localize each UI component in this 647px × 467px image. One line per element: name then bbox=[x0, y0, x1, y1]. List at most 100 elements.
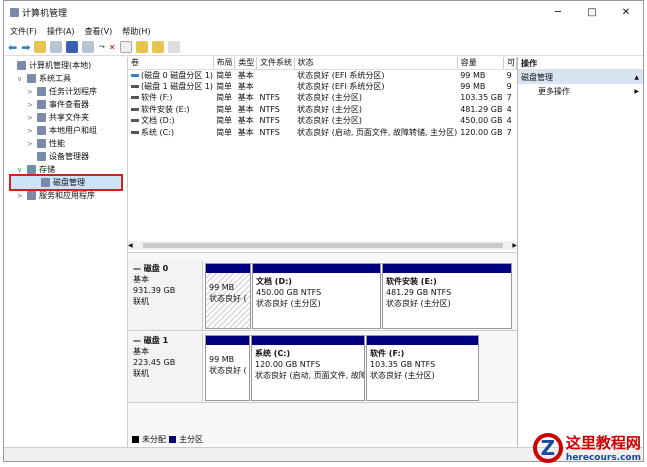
table-cell: 简单 bbox=[216, 104, 233, 114]
actions-header: 操作 bbox=[518, 57, 643, 70]
expand-arrow-icon[interactable]: > bbox=[27, 127, 37, 135]
close-button[interactable]: ✕ bbox=[609, 7, 643, 18]
tree-item[interactable]: 计算机管理(本地) bbox=[7, 59, 124, 72]
action-more[interactable]: 更多操作 ▶ bbox=[518, 84, 643, 98]
show-hide-tree-icon[interactable] bbox=[50, 41, 63, 53]
watermark-logo: Z bbox=[532, 432, 563, 463]
list-view-icon[interactable] bbox=[167, 41, 180, 53]
table-cell: 系统 (C:) bbox=[128, 127, 213, 139]
forward-icon[interactable]: ➡ bbox=[21, 41, 30, 54]
tree-item-label: 系统工具 bbox=[39, 74, 71, 83]
tree-item[interactable]: > 任务计划程序 bbox=[7, 85, 124, 98]
partition[interactable]: 软件安装 (E:) 481.29 GB NTFS 状态良好 (主分区) bbox=[382, 263, 512, 329]
expand-arrow-icon[interactable]: > bbox=[27, 140, 37, 148]
toolbar: ⬅ ➡ ⤳ ✕ bbox=[4, 39, 643, 56]
minimize-button[interactable]: ─ bbox=[541, 7, 575, 18]
table-cell: 简单 bbox=[216, 116, 233, 126]
tree-item-label: 任务计划程序 bbox=[49, 87, 97, 96]
disk-type: 基本 bbox=[133, 347, 149, 356]
disk-state: 联机 bbox=[133, 369, 149, 378]
help-icon[interactable] bbox=[66, 41, 79, 53]
table-cell bbox=[256, 69, 294, 81]
node-icon bbox=[37, 87, 46, 96]
navigation-tree: 计算机管理(本地) ∨ 系统工具 > 任务计划程序 > 事件查看器 > 共享文件夹 > 本地用户和组… bbox=[4, 57, 128, 447]
table-cell bbox=[256, 81, 294, 93]
volume-name: 软件 (F:) bbox=[141, 93, 173, 103]
menu-view[interactable]: 查看(V) bbox=[85, 26, 113, 37]
expand-arrow-icon[interactable]: > bbox=[27, 101, 37, 109]
tree-item-label: 设备管理器 bbox=[49, 152, 89, 161]
menu-help[interactable]: 帮助(H) bbox=[122, 26, 150, 37]
tree-item[interactable]: > 共享文件夹 bbox=[7, 111, 124, 124]
horizontal-scrollbar[interactable]: ◀ ▶ bbox=[128, 241, 517, 250]
table-row[interactable]: 系统 (C:) 简单 基本 NTFS 状态良好 (启动, 页面文件, 故障转储, 主分区… bbox=[128, 127, 517, 139]
column-header[interactable]: 可 bbox=[503, 57, 517, 70]
volume-name: (磁盘 1 磁盘分区 1) bbox=[141, 81, 214, 91]
menu-action[interactable]: 操作(A) bbox=[47, 26, 75, 37]
table-cell: NTFS bbox=[259, 116, 280, 126]
table-cell: 状态良好 (主分区) bbox=[297, 104, 362, 114]
node-icon bbox=[37, 139, 46, 148]
tree-item-label: 服务和应用程序 bbox=[39, 191, 95, 200]
table-cell: 基本 bbox=[237, 104, 254, 114]
table-cell: 状态良好 (启动, 页面文件, 故障转储, 主分区) bbox=[297, 127, 458, 137]
table-cell: NTFS bbox=[259, 104, 280, 114]
action-disk-management[interactable]: 磁盘管理 ▲ bbox=[518, 70, 643, 84]
tree-item[interactable]: 设备管理器 bbox=[7, 150, 124, 163]
tree-item[interactable]: ∨ 存储 bbox=[7, 163, 124, 176]
column-header[interactable]: 布局 bbox=[213, 57, 236, 70]
table-cell: 软件安装 (E:) bbox=[128, 104, 213, 116]
delete-icon[interactable]: ✕ bbox=[109, 43, 116, 52]
column-header[interactable]: 卷 bbox=[128, 57, 214, 70]
column-header[interactable]: 类型 bbox=[234, 57, 257, 70]
partition[interactable]: 系统 (C:) 120.00 GB NTFS 状态良好 (启动, 页面文件, 故障 bbox=[251, 335, 365, 401]
column-header[interactable]: 文件系统 bbox=[256, 57, 295, 70]
volume-icon bbox=[131, 73, 139, 77]
table-row[interactable]: (磁盘 1 磁盘分区 1) 简单 基本 状态良好 (EFI 系统分区) 99 MB 9 bbox=[128, 81, 517, 93]
expand-arrow-icon[interactable]: > bbox=[27, 88, 37, 96]
volume-icon bbox=[131, 119, 139, 123]
expand-arrow-icon[interactable]: > bbox=[27, 114, 37, 122]
partition[interactable]: 文档 (D:) 450.00 GB NTFS 状态良好 (主分区) bbox=[252, 263, 381, 329]
table-cell: 状态良好 (主分区) bbox=[297, 116, 362, 126]
tree-item[interactable]: ∨ 系统工具 bbox=[7, 72, 124, 85]
collapse-icon[interactable]: ▲ bbox=[634, 74, 639, 81]
menu-file[interactable]: 文件(F) bbox=[10, 26, 37, 37]
table-row[interactable]: 软件安装 (E:) 简单 基本 NTFS 状态良好 (主分区) 481.29 GB 4 bbox=[128, 104, 517, 116]
partition-status: 状态良好 (主分区) bbox=[256, 299, 321, 308]
tree-item[interactable]: > 服务和应用程序 bbox=[7, 189, 124, 202]
tree-item[interactable]: 磁盘管理 bbox=[9, 174, 123, 191]
up-folder-icon[interactable] bbox=[34, 41, 47, 53]
column-header[interactable]: 容量 bbox=[457, 57, 505, 70]
partition[interactable]: 99 MB 状态良好 ( bbox=[205, 263, 251, 329]
expand-arrow-icon[interactable]: > bbox=[17, 192, 27, 200]
table-row[interactable]: 软件 (F:) 简单 基本 NTFS 状态良好 (主分区) 103.35 GB 7 bbox=[128, 92, 517, 104]
back-icon[interactable]: ⬅ bbox=[8, 41, 17, 54]
disk-name: — 磁盘 0 bbox=[133, 264, 169, 273]
node-icon bbox=[17, 61, 26, 70]
column-header[interactable]: 状态 bbox=[294, 57, 458, 70]
tree-item[interactable]: > 性能 bbox=[7, 137, 124, 150]
disk-size: 931.39 GB bbox=[133, 286, 176, 295]
maximize-button[interactable]: □ bbox=[575, 7, 609, 18]
expand-arrow-icon[interactable]: ∨ bbox=[17, 166, 27, 174]
tree-item[interactable]: > 本地用户和组 bbox=[7, 124, 124, 137]
connect-icon[interactable]: ⤳ bbox=[98, 42, 104, 52]
table-row[interactable]: 文档 (D:) 简单 基本 NTFS 状态良好 (主分区) 450.00 GB 4 bbox=[128, 115, 517, 127]
table-cell: 基本 bbox=[237, 127, 254, 137]
table-row[interactable]: (磁盘 0 磁盘分区 1) 简单 基本 状态良好 (EFI 系统分区) 99 MB 9 bbox=[128, 69, 517, 81]
tree-item[interactable]: > 事件查看器 bbox=[7, 98, 124, 111]
search-icon[interactable] bbox=[151, 41, 164, 53]
properties-icon[interactable] bbox=[119, 41, 132, 53]
disk-label[interactable]: — 磁盘 0 基本 931.39 GB 联机 bbox=[128, 261, 203, 330]
table-cell: 基本 bbox=[237, 116, 254, 126]
console-icon[interactable] bbox=[82, 41, 95, 53]
table-cell: 简单 bbox=[216, 81, 233, 91]
expand-arrow-icon[interactable]: ∨ bbox=[17, 75, 27, 83]
disk-label[interactable]: — 磁盘 1 基本 223.45 GB 联机 bbox=[128, 333, 203, 402]
export-icon[interactable] bbox=[135, 41, 148, 53]
partition[interactable]: 软件 (F:) 103.35 GB NTFS 状态良好 (主分区) bbox=[366, 335, 479, 401]
table-cell: 文档 (D:) bbox=[128, 115, 213, 127]
table-cell: 状态良好 (EFI 系统分区) bbox=[297, 70, 385, 80]
partition[interactable]: 99 MB 状态良好 ( bbox=[205, 335, 250, 401]
